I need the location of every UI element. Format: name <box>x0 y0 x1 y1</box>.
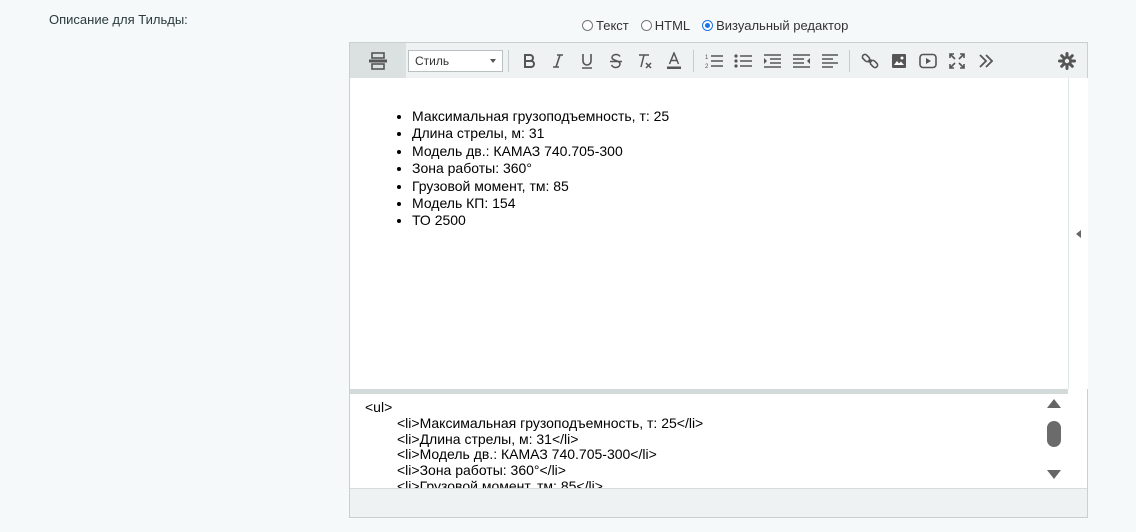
font-color-icon <box>666 51 681 69</box>
mode-text-label: Текст <box>596 18 629 33</box>
clear-format-button[interactable] <box>630 46 659 76</box>
strikethrough-icon <box>609 53 622 68</box>
settings-icon <box>1057 52 1076 70</box>
strikethrough-button[interactable] <box>601 46 630 76</box>
code-line: <li>Модель дв.: КАМАЗ 740.705-300</li> <box>397 446 657 463</box>
field-label: Описание для Тильды: <box>49 12 188 27</box>
visual-editor-area[interactable]: Максимальная грузоподъемность, т: 25 Дли… <box>350 78 1068 389</box>
code-line: <li>Максимальная грузоподъемность, т: 25… <box>397 414 704 431</box>
image-icon <box>891 53 906 68</box>
bold-icon <box>523 53 535 68</box>
code-line: <li>Зона работы: 360°</li> <box>397 462 566 479</box>
mode-text-radio[interactable] <box>582 20 593 31</box>
style-select[interactable]: Стиль <box>408 49 503 72</box>
italic-button[interactable] <box>543 46 572 76</box>
mode-html-label: HTML <box>654 18 691 33</box>
unordered-list-button[interactable] <box>728 46 757 76</box>
content-list-item: Максимальная грузоподъемность, т: 25 <box>412 108 1068 125</box>
scroll-up-icon[interactable] <box>1047 399 1061 408</box>
settings-button[interactable] <box>1052 46 1081 76</box>
link-icon <box>861 53 878 68</box>
toolbar-divider <box>693 49 694 72</box>
content-list-item: Модель дв.: КАМАЗ 740.705-300 <box>412 143 1068 160</box>
ordered-list-icon: 1 2 <box>705 55 723 69</box>
fullscreen-icon <box>948 52 965 69</box>
view-mode-button[interactable] <box>350 43 406 78</box>
image-button[interactable] <box>884 46 913 76</box>
view-mode-icon <box>369 51 387 70</box>
fullscreen-button[interactable] <box>942 46 971 76</box>
underline-button[interactable] <box>572 46 601 76</box>
chevron-left-icon <box>1075 229 1081 238</box>
unordered-list-icon <box>733 53 752 68</box>
indent-icon <box>763 53 781 68</box>
svg-text:2: 2 <box>705 64 709 69</box>
link-button[interactable] <box>855 46 884 76</box>
video-button[interactable] <box>913 46 942 76</box>
mode-visual-label: Визуальный редактор <box>716 18 849 33</box>
scroll-down-icon[interactable] <box>1047 470 1061 479</box>
mode-html-radio[interactable] <box>640 20 652 31</box>
ordered-list-button[interactable]: 1 2 <box>699 46 728 76</box>
align-button[interactable] <box>815 46 844 76</box>
align-icon <box>821 53 838 68</box>
content-list-item: Длина стрелы, м: 31 <box>412 125 1068 142</box>
html-source-area[interactable]: <ul> <li>Максимальная грузоподъемность, т… <box>350 394 1068 488</box>
content-list: Максимальная грузоподъемность, т: 25 Дли… <box>350 108 1068 230</box>
editor-toolbar: Стиль 1 2 <box>350 43 1087 78</box>
toolbar-divider <box>849 49 850 72</box>
video-icon <box>918 53 937 68</box>
code-line: <li>Грузовой момент, тм: 85</li> <box>397 477 603 488</box>
chevron-down-icon <box>490 58 496 63</box>
html-source-code: <ul> <li>Максимальная грузоподъемность, т… <box>350 394 1068 488</box>
more-button[interactable] <box>971 46 1000 76</box>
mode-visual-radio[interactable] <box>702 20 714 31</box>
editor-status-bar <box>350 488 1087 517</box>
content-list-item: Зона работы: 360° <box>412 160 1068 177</box>
code-line: <li>Длина стрелы, м: 31</li> <box>397 430 579 447</box>
outdent-button[interactable] <box>786 46 815 76</box>
mode-text-option[interactable]: Текст <box>582 18 629 33</box>
code-line: <ul> <box>365 399 393 415</box>
italic-icon <box>552 53 563 68</box>
bold-button[interactable] <box>514 46 543 76</box>
scrollbar-thumb[interactable] <box>1047 421 1061 447</box>
toolbar-divider <box>508 49 509 72</box>
content-list-item: ТО 2500 <box>412 212 1068 229</box>
mode-visual-option[interactable]: Визуальный редактор <box>702 18 848 33</box>
svg-text:1: 1 <box>705 55 709 61</box>
clear-format-icon <box>638 53 652 69</box>
indent-button[interactable] <box>757 46 786 76</box>
code-scrollbar[interactable] <box>1042 394 1066 488</box>
rich-text-editor: Стиль 1 2 • Максимальная грузоподъемност… <box>349 42 1088 518</box>
font-color-button[interactable] <box>659 46 688 76</box>
content-list-item: Модель КП: 154 <box>412 195 1068 212</box>
underline-icon <box>581 53 592 69</box>
more-icon <box>978 53 993 68</box>
outdent-icon <box>792 53 810 68</box>
editor-mode-switch: Текст HTML Визуальный редактор <box>582 18 860 33</box>
content-list-item: Грузовой момент, тм: 85 <box>412 178 1068 195</box>
side-panel-toggle[interactable] <box>1068 78 1088 389</box>
style-select-value: Стиль <box>415 53 450 68</box>
mode-html-option[interactable]: HTML <box>640 18 691 33</box>
